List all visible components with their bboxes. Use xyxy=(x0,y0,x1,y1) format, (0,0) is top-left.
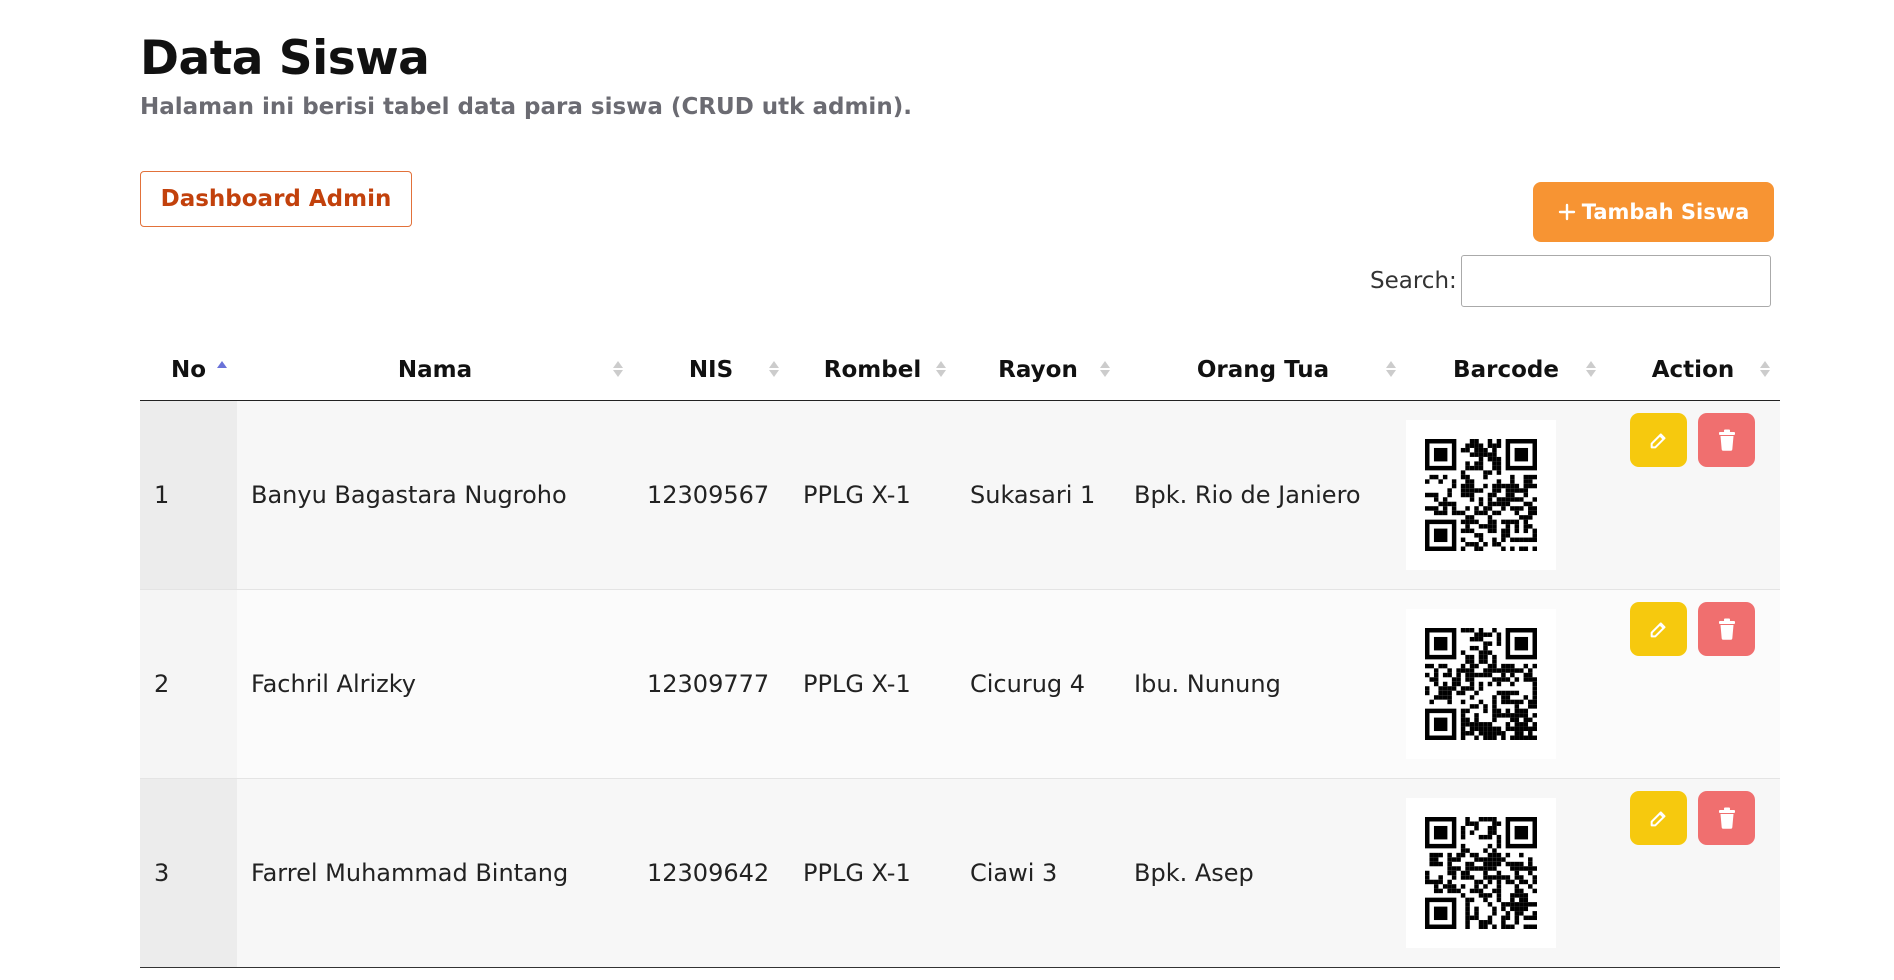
cell-no: 3 xyxy=(140,778,237,968)
cell-orang-tua: Bpk. Rio de Janiero xyxy=(1120,400,1406,590)
sort-icon xyxy=(1760,359,1770,381)
cell-nis: 12309567 xyxy=(633,400,789,590)
cell-nama: Fachril Alrizky xyxy=(237,589,633,779)
column-label: Nama xyxy=(397,357,473,383)
table-row: 3 Farrel Muhammad Bintang 12309642 PPLG … xyxy=(140,778,1780,968)
cell-barcode xyxy=(1406,589,1606,779)
search-label: Search: xyxy=(1370,268,1457,294)
delete-button[interactable] xyxy=(1698,791,1755,845)
delete-button[interactable] xyxy=(1698,602,1755,656)
cell-nama: Banyu Bagastara Nugroho xyxy=(237,400,633,590)
column-header-orang-tua[interactable]: Orang Tua xyxy=(1120,340,1406,401)
cell-rayon: Ciawi 3 xyxy=(956,778,1120,968)
edit-icon xyxy=(1650,811,1666,827)
column-label: Rayon xyxy=(998,357,1078,383)
delete-button[interactable] xyxy=(1698,413,1755,467)
sort-icon xyxy=(1100,359,1110,381)
column-header-nama[interactable]: Nama xyxy=(237,340,633,401)
edit-button[interactable] xyxy=(1630,413,1687,467)
students-table: No Nama NIS Rombel Rayon Orang Tua Barco… xyxy=(140,340,1780,968)
column-label: Barcode xyxy=(1453,357,1559,383)
search-input[interactable] xyxy=(1460,255,1771,307)
cell-barcode xyxy=(1406,778,1606,968)
edit-button[interactable] xyxy=(1630,602,1687,656)
edit-button[interactable] xyxy=(1630,791,1687,845)
cell-rombel: PPLG X-1 xyxy=(789,778,956,968)
column-header-rayon[interactable]: Rayon xyxy=(956,340,1120,401)
page-subtitle: Halaman ini berisi tabel data para siswa… xyxy=(140,94,912,120)
edit-icon xyxy=(1650,433,1666,449)
cell-barcode xyxy=(1406,400,1606,590)
add-student-button[interactable]: Tambah Siswa xyxy=(1533,182,1774,242)
cell-nis: 12309642 xyxy=(633,778,789,968)
sort-asc-icon xyxy=(217,359,227,381)
column-label: NIS xyxy=(688,357,734,383)
cell-rayon: Sukasari 1 xyxy=(956,400,1120,590)
page-container: Data Siswa Halaman ini berisi tabel data… xyxy=(140,30,1780,968)
cell-action xyxy=(1606,400,1780,590)
sort-icon xyxy=(769,359,779,381)
column-label: Rombel xyxy=(823,357,922,383)
cell-orang-tua: Ibu. Nunung xyxy=(1120,589,1406,779)
sort-icon xyxy=(1386,359,1396,381)
column-label: Action xyxy=(1651,357,1735,383)
column-header-rombel[interactable]: Rombel xyxy=(789,340,956,401)
plus-icon xyxy=(1558,203,1575,221)
sort-icon xyxy=(613,359,623,381)
qr-code-image xyxy=(1406,609,1556,759)
column-header-nis[interactable]: NIS xyxy=(633,340,789,401)
column-header-no[interactable]: No xyxy=(140,340,237,401)
column-label: Orang Tua xyxy=(1196,357,1330,383)
sort-icon xyxy=(1586,359,1596,381)
cell-action xyxy=(1606,589,1780,779)
cell-orang-tua: Bpk. Asep xyxy=(1120,778,1406,968)
search-bar: Search: xyxy=(1370,255,1771,307)
cell-rombel: PPLG X-1 xyxy=(789,589,956,779)
cell-nis: 12309777 xyxy=(633,589,789,779)
page-title: Data Siswa xyxy=(140,31,430,86)
qr-code-image xyxy=(1406,798,1556,948)
trash-icon xyxy=(1718,429,1735,451)
dashboard-admin-button[interactable]: Dashboard Admin xyxy=(140,171,412,227)
trash-icon xyxy=(1718,618,1735,640)
add-student-label: Tambah Siswa xyxy=(1581,200,1750,224)
cell-rayon: Cicurug 4 xyxy=(956,589,1120,779)
sort-icon xyxy=(936,359,946,381)
cell-no: 1 xyxy=(140,400,237,590)
cell-nama: Farrel Muhammad Bintang xyxy=(237,778,633,968)
column-header-action[interactable]: Action xyxy=(1606,340,1780,401)
cell-action xyxy=(1606,778,1780,968)
trash-icon xyxy=(1718,807,1735,829)
edit-icon xyxy=(1650,622,1666,638)
table-row: 1 Banyu Bagastara Nugroho 12309567 PPLG … xyxy=(140,400,1780,590)
cell-rombel: PPLG X-1 xyxy=(789,400,956,590)
column-label: No xyxy=(170,357,207,383)
dashboard-admin-label: Dashboard Admin xyxy=(160,186,392,212)
table-row: 2 Fachril Alrizky 12309777 PPLG X-1 Cicu… xyxy=(140,589,1780,779)
cell-no: 2 xyxy=(140,589,237,779)
column-header-barcode[interactable]: Barcode xyxy=(1406,340,1606,401)
qr-code-image xyxy=(1406,420,1556,570)
table-header-row: No Nama NIS Rombel Rayon Orang Tua Barco… xyxy=(140,340,1780,401)
